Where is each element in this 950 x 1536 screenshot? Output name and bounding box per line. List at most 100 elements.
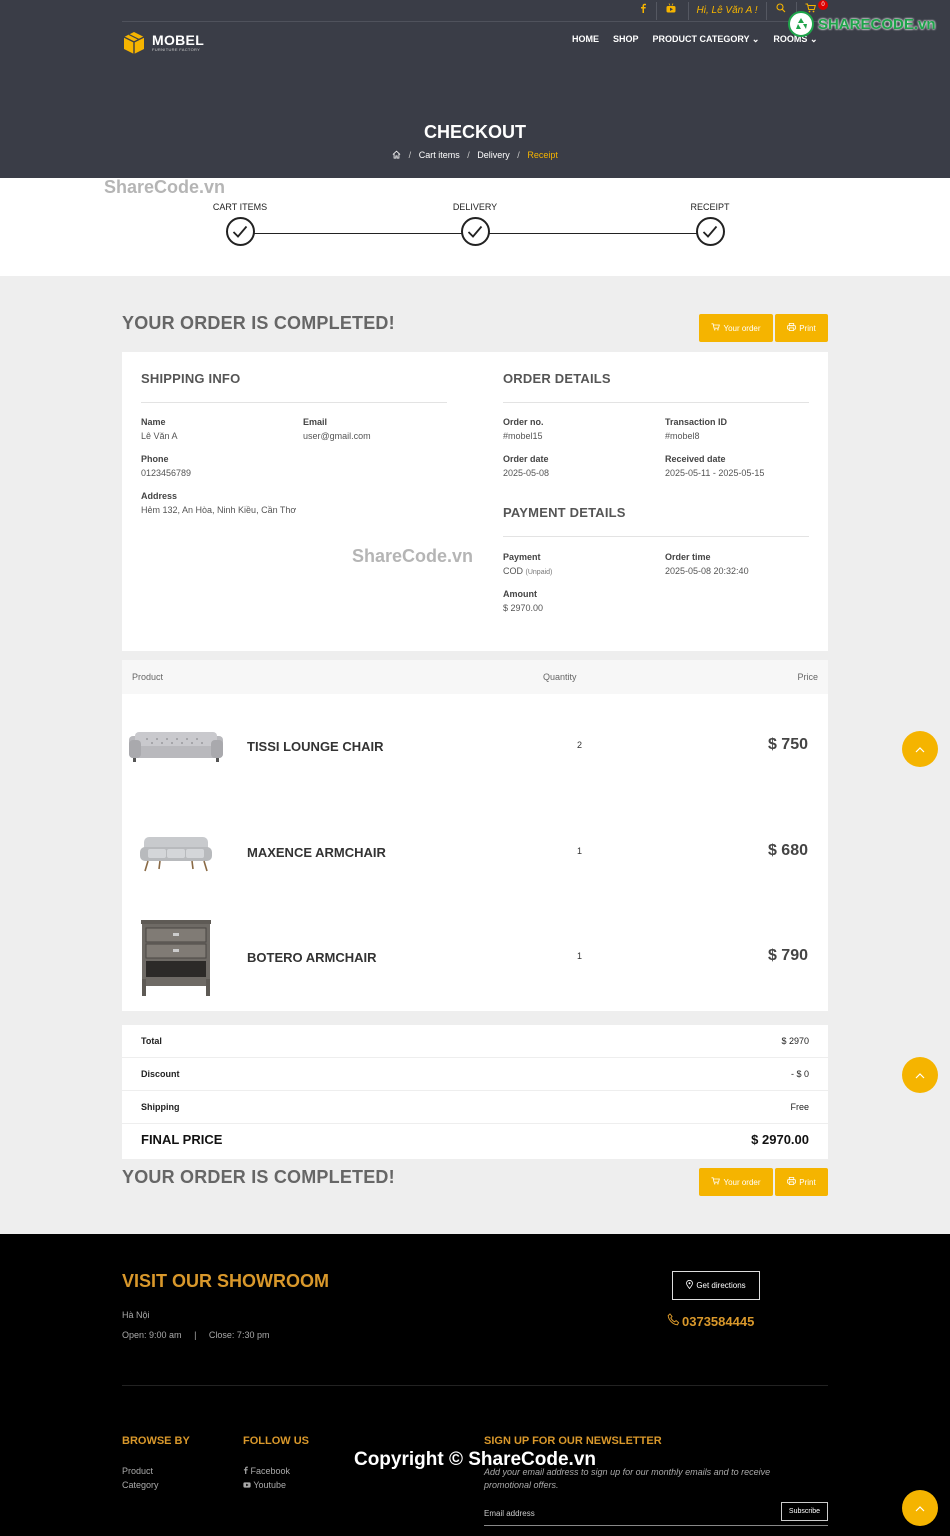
order-time: Order time 2025-05-08 20:32:40 [665, 552, 815, 576]
product-image[interactable] [126, 708, 226, 786]
nav-product-category[interactable]: PRODUCT CATEGORY ⌄ [653, 34, 760, 45]
order-info-card: SHIPPING INFO Name Lê Văn A Email user@g… [122, 352, 828, 651]
get-directions-button[interactable]: Get directions [672, 1271, 760, 1300]
nav-shop[interactable]: SHOP [613, 34, 639, 45]
subscribe-button[interactable]: Subscribe [781, 1502, 828, 1521]
field-value: 0123456789 [141, 468, 192, 478]
field-value: #mobel8 [665, 431, 700, 441]
discount-row: Discount - $ 0 [122, 1058, 828, 1091]
site-footer: VISIT OUR SHOWROOM Hà Nội Open: 9:00 am … [0, 1234, 950, 1536]
field-label: Transaction ID [665, 417, 728, 427]
scroll-to-top-button[interactable] [902, 1057, 938, 1093]
home-icon[interactable] [392, 150, 404, 160]
product-name[interactable]: BOTERO ARMCHAIR [247, 950, 377, 965]
print-label: Print [799, 323, 816, 333]
field-label: Payment [503, 552, 541, 562]
breadcrumb-cart-items[interactable]: Cart items [419, 150, 460, 160]
step-label: RECEIPT [690, 202, 730, 212]
follow-us-title: FOLLOW US [243, 1435, 309, 1447]
step-label: DELIVERY [452, 202, 498, 212]
facebook-icon[interactable] [634, 0, 652, 22]
order-products-table: Product Quantity Price TISSI LOUNGE CHAI… [122, 660, 828, 1011]
field-value: Hẻm 132, An Hòa, Ninh Kiều, Cần Thơ [141, 505, 297, 515]
youtube-icon [243, 1480, 251, 1490]
brand-watermark-text: SHARECODE.vn [818, 15, 936, 33]
breadcrumb-receipt: Receipt [527, 150, 558, 160]
table-row: TISSI LOUNGE CHAIR 2 $ 750 [122, 694, 828, 799]
browse-category-link[interactable]: Category [122, 1480, 159, 1490]
field-label: Received date [665, 454, 726, 464]
site-logo[interactable]: MOBEL FURNITURE FACTORY [122, 30, 204, 56]
product-name[interactable]: MAXENCE ARMCHAIR [247, 845, 386, 860]
order-number: Order no. #mobel15 [503, 417, 653, 441]
newsletter-title: SIGN UP FOR OUR NEWSLETTER [484, 1435, 662, 1447]
field-value: COD (Unpaid) [503, 566, 653, 576]
payment-method: Payment COD (Unpaid) [503, 552, 653, 576]
field-value: 2025-05-08 20:32:40 [665, 566, 749, 576]
recycle-logo-icon [788, 11, 814, 37]
step-receipt: RECEIPT [660, 202, 760, 246]
field-value: Lê Văn A [141, 431, 178, 441]
divider [503, 402, 809, 403]
watermark-text: ShareCode.vn [104, 177, 226, 197]
showroom-city: Hà Nội [122, 1310, 150, 1320]
field-value: 2025-05-11 - 2025-05-15 [665, 468, 765, 478]
scroll-to-top-button[interactable] [902, 1490, 938, 1526]
youtube-label: Youtube [253, 1480, 287, 1490]
column-header: Quantity [543, 672, 577, 682]
logo-tagline: FURNITURE FACTORY [152, 47, 201, 52]
newsletter-form: Subscribe [484, 1502, 828, 1526]
print-label: Print [799, 1177, 816, 1187]
youtube-icon[interactable] [662, 0, 680, 22]
payment-status: (Unpaid) [525, 569, 553, 576]
cart-icon [711, 323, 721, 333]
step-label: CART ITEMS [212, 202, 268, 212]
nav-home[interactable]: HOME [572, 34, 599, 45]
youtube-link[interactable]: Youtube [243, 1480, 286, 1490]
discount-label: Discount [141, 1069, 180, 1079]
product-price: $ 750 [767, 736, 808, 753]
printer-icon [787, 323, 797, 333]
print-button[interactable]: Print [775, 1168, 828, 1196]
printer-icon [787, 1177, 797, 1187]
shipping-name: Name Lê Văn A [141, 417, 291, 441]
newsletter-email-input[interactable] [484, 1502, 764, 1524]
logo-name: MOBEL [152, 32, 205, 48]
product-image[interactable] [126, 919, 226, 997]
shipping-email: Email user@gmail.com [303, 417, 453, 441]
open-time: Open: 9:00 am [122, 1330, 182, 1340]
check-icon [460, 217, 490, 246]
greeting-text: Hi, Lê Văn A ! [696, 5, 758, 16]
watermark-text: ShareCode.vn [352, 546, 474, 566]
your-order-button[interactable]: Your order [699, 314, 773, 342]
search-icon[interactable] [773, 0, 789, 22]
payment-method-value: COD [503, 566, 523, 576]
showroom-phone[interactable]: 0373584445 [667, 1313, 754, 1329]
user-greeting[interactable]: Hi, Lê Văn A ! [694, 0, 760, 22]
transaction-id: Transaction ID #mobel8 [665, 417, 815, 441]
step-cart-items: CART ITEMS [190, 202, 290, 246]
cart-icon [711, 1177, 721, 1187]
print-button[interactable]: Print [775, 314, 828, 342]
final-price-label: FINAL PRICE [141, 1132, 223, 1147]
total-label: Total [141, 1036, 162, 1046]
field-label: Order time [665, 552, 711, 562]
product-quantity: 1 [577, 951, 583, 961]
column-header: Price [797, 672, 818, 682]
total-value: $ 2970 [781, 1036, 809, 1046]
your-order-label: Your order [723, 323, 761, 333]
opening-hours: Open: 9:00 am | Close: 7:30 pm [122, 1330, 269, 1340]
final-price-row: FINAL PRICE $ 2970.00 [122, 1124, 828, 1159]
shipping-row: Shipping Free [122, 1091, 828, 1124]
breadcrumb-delivery[interactable]: Delivery [477, 150, 510, 160]
product-image[interactable] [126, 814, 226, 892]
copyright-watermark: Copyright © ShareCode.vn [353, 1449, 597, 1470]
shipping-phone: Phone 0123456789 [141, 454, 291, 478]
scroll-to-top-button[interactable] [902, 731, 938, 767]
field-label: Address [141, 491, 178, 501]
your-order-button[interactable]: Your order [699, 1168, 773, 1196]
order-details-title: ORDER DETAILS [503, 371, 611, 386]
order-date: Order date 2025-05-08 [503, 454, 653, 478]
product-name[interactable]: TISSI LOUNGE CHAIR [247, 739, 384, 754]
field-value: $ 2970.00 [503, 603, 544, 613]
